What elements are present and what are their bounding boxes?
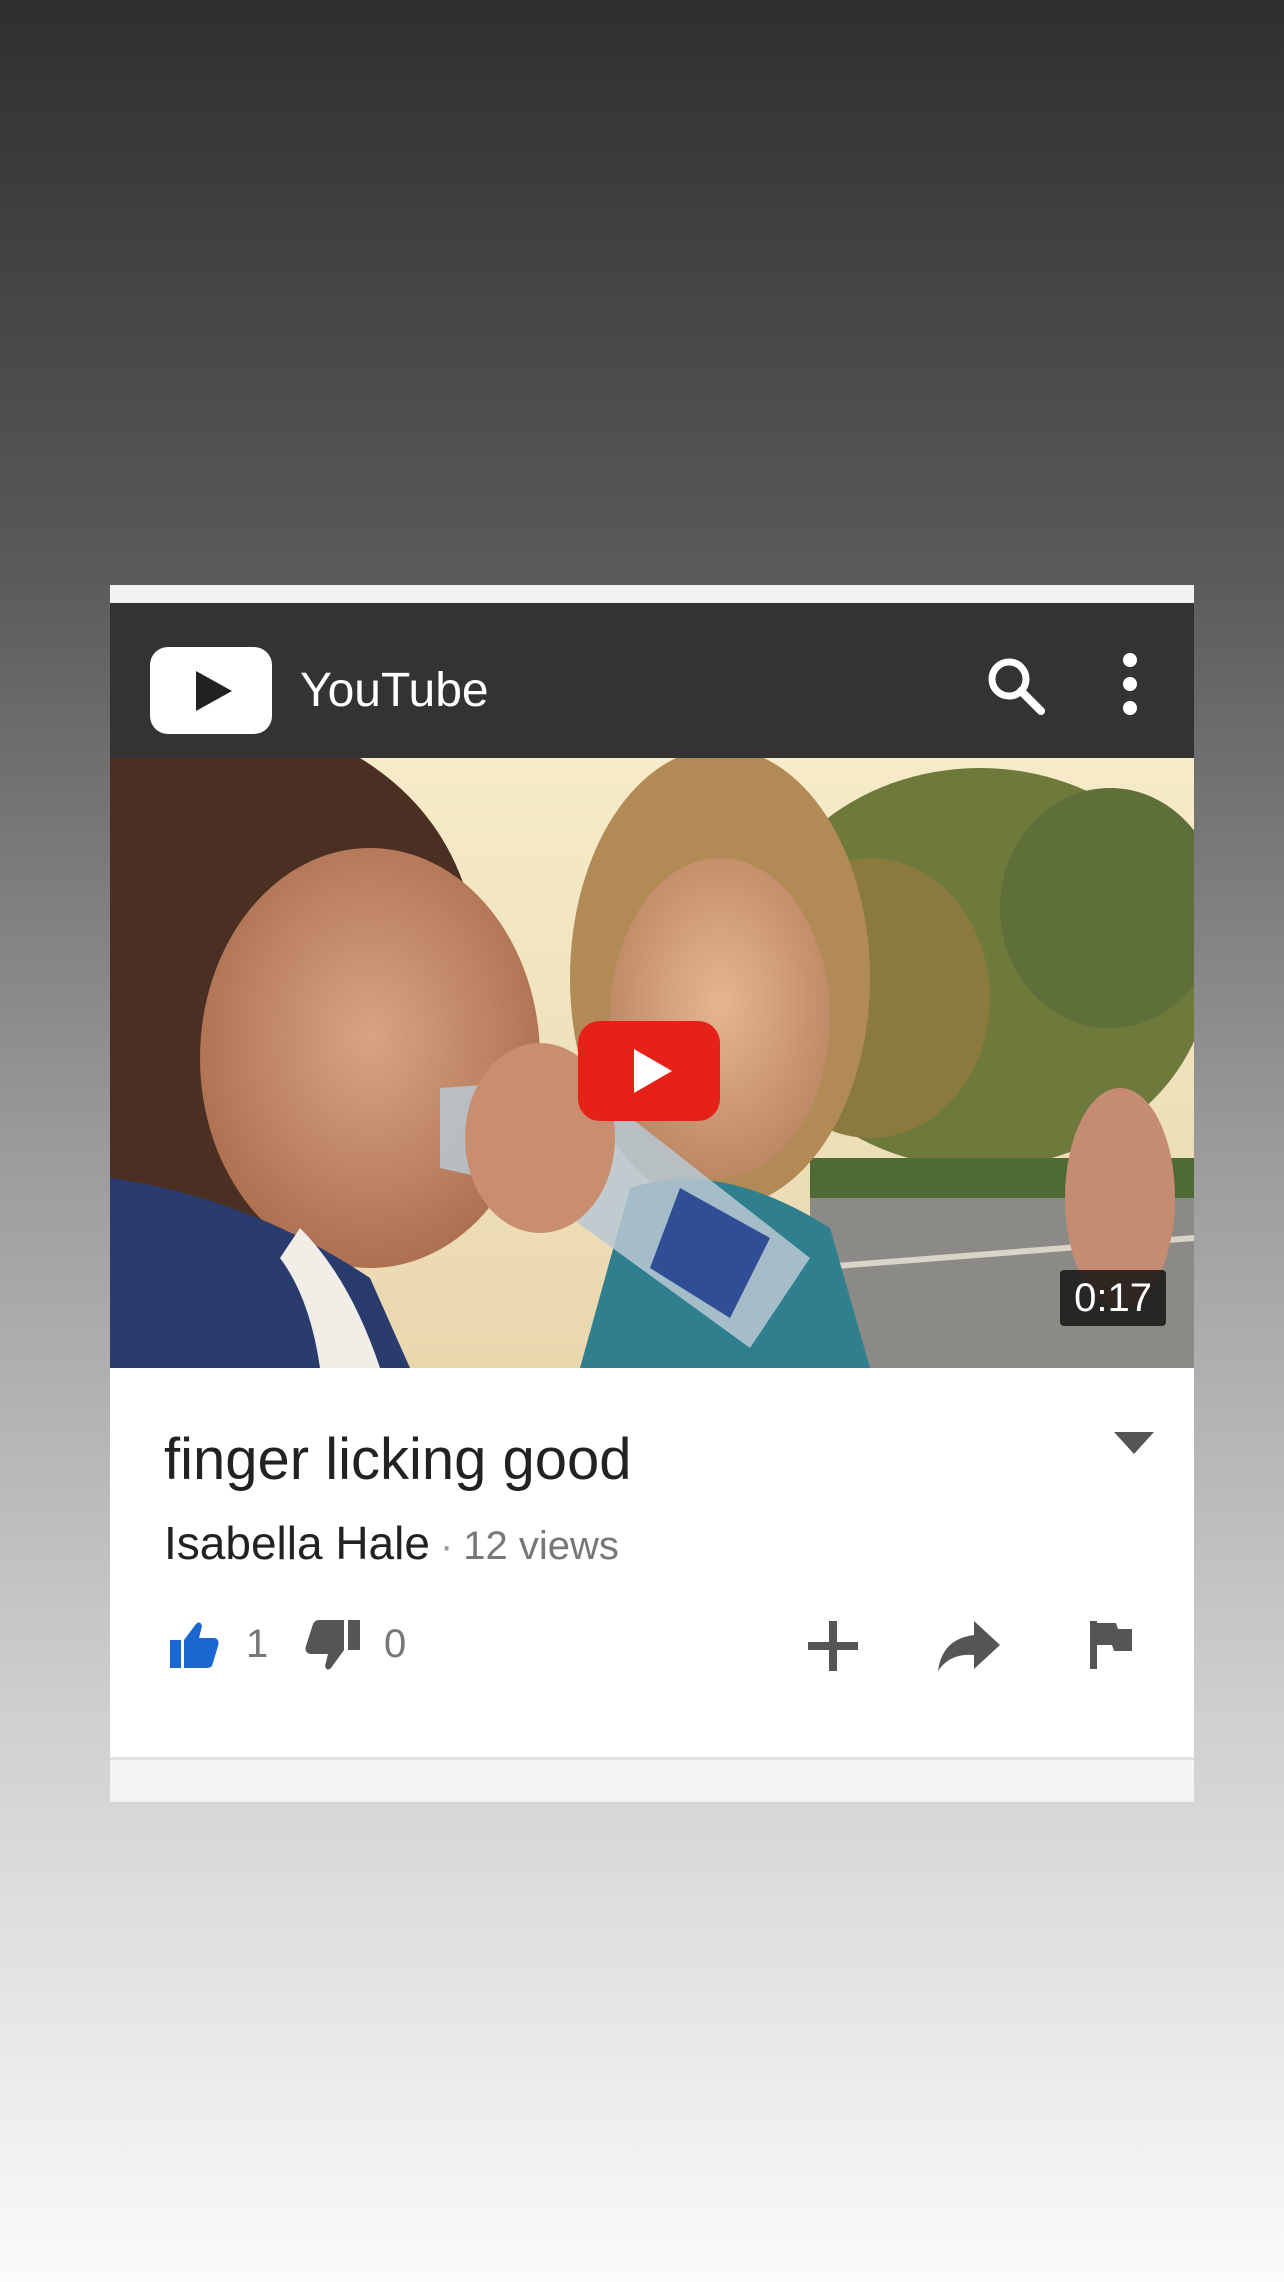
app-bar: YouTube — [110, 603, 1194, 758]
youtube-logo-icon[interactable] — [150, 647, 272, 734]
view-count: 12 views — [463, 1524, 619, 1568]
search-icon[interactable] — [983, 653, 1047, 717]
video-title: finger licking good — [164, 1427, 632, 1492]
video-card: YouTube 0:17 finger licking good Isabell… — [110, 585, 1194, 1802]
meta-separator: · — [439, 1524, 454, 1568]
more-vert-icon[interactable] — [1110, 651, 1150, 717]
video-thumbnail[interactable]: 0:17 — [110, 758, 1194, 1368]
play-button-icon[interactable] — [578, 1021, 720, 1121]
triangle-down-icon[interactable] — [1112, 1428, 1156, 1458]
thumbs-down-icon[interactable] — [302, 1618, 362, 1674]
share-arrow-icon[interactable] — [936, 1619, 1002, 1673]
video-meta: Isabella Hale · 12 views — [164, 1515, 619, 1583]
plus-icon[interactable] — [804, 1617, 862, 1675]
channel-name[interactable]: Isabella Hale — [164, 1517, 430, 1569]
card-footer — [110, 1760, 1194, 1802]
duration-badge: 0:17 — [1060, 1270, 1166, 1326]
card-top-divider — [110, 585, 1194, 603]
dislike-count: 0 — [384, 1622, 407, 1666]
action-bar: 1 0 — [110, 1585, 1194, 1695]
like-count: 1 — [246, 1622, 269, 1666]
thumbs-up-icon[interactable] — [168, 1618, 220, 1670]
app-title: YouTube — [300, 664, 489, 717]
flag-icon[interactable] — [1088, 1619, 1134, 1671]
